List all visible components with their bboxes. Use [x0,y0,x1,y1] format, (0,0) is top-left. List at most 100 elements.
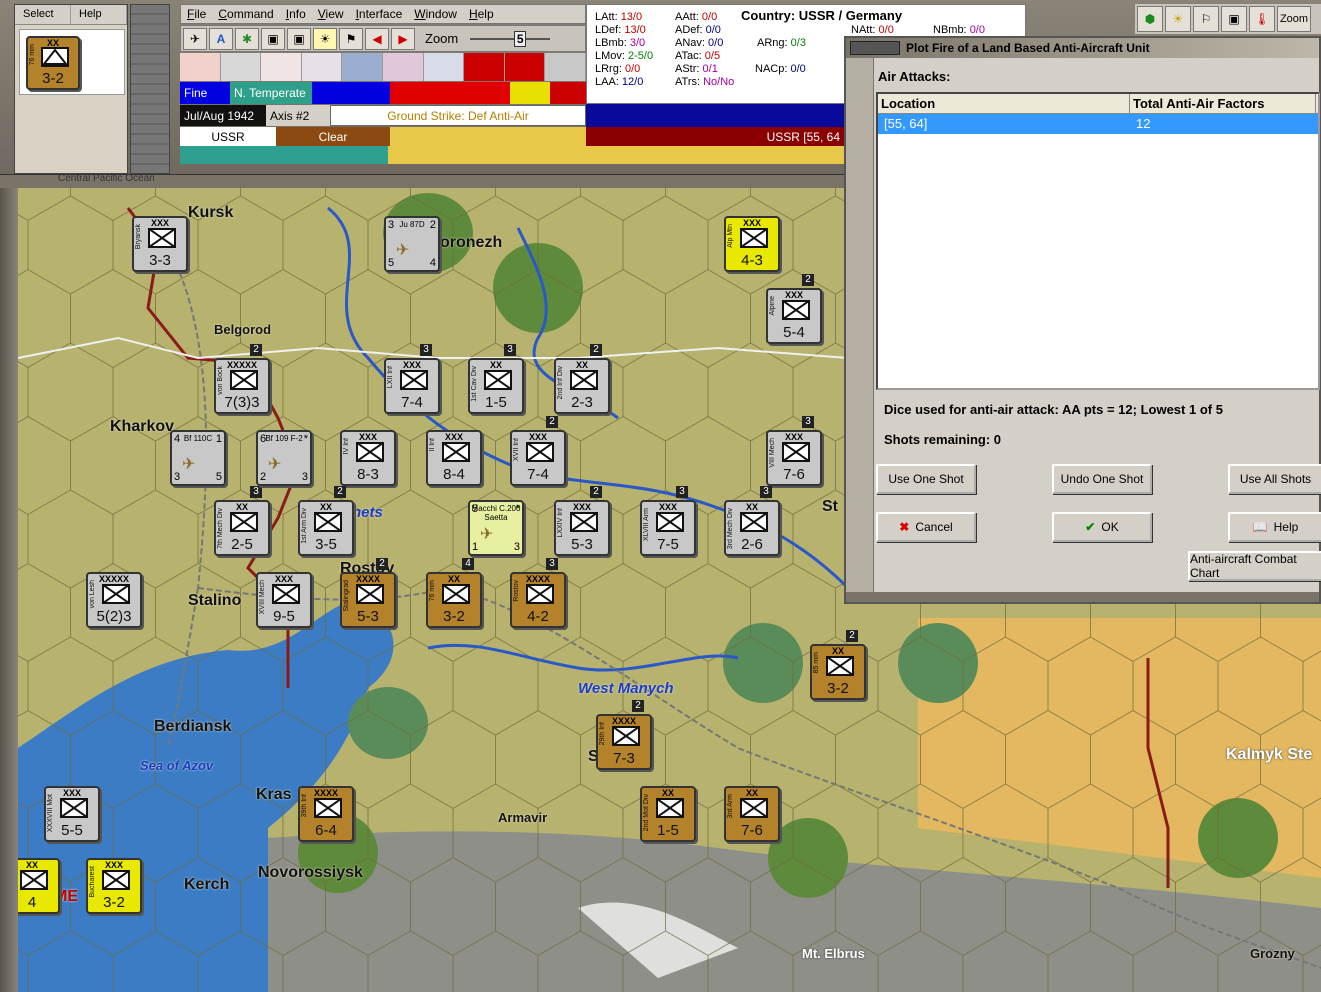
zoom-knob[interactable]: 5 [514,30,527,47]
mini-menu-help[interactable]: Help [71,5,127,24]
menu-command[interactable]: Command [212,7,279,21]
menu-window[interactable]: Window [408,7,463,21]
stack-count: 3 [546,558,558,570]
unit-counter[interactable]: XXX XVIII Mech 9-5 [256,572,312,628]
flag-icon-1[interactable] [180,53,221,81]
flag-icon-2[interactable] [220,53,262,81]
unit-counter[interactable]: XXX Alp Mtn 4-3 [724,216,780,272]
unit-value: 5(2)3 [96,608,132,625]
unit-counter[interactable]: XXX XLVIII Arm 7-5 3 [640,486,696,556]
unit-counter[interactable]: XXX Bryansk 3-3 [132,216,188,272]
selected-unit-counter[interactable]: XX 76 mm 3-2 [26,36,80,90]
dialog-title-bar[interactable]: Plot Fire of a Land Based Anti-Aircraft … [846,38,1319,58]
use-one-shot-button[interactable]: Use One Shot [876,464,976,494]
flag-icon-4[interactable] [301,53,343,81]
flag-icon-9[interactable] [504,53,546,81]
zoom-button[interactable]: Zoom [1277,6,1311,32]
aircraft-counter[interactable]: Bf 109 F-2 ✈ 6 * 2 3 [256,430,312,486]
weather-yellow [510,82,550,104]
gear-icon[interactable]: ✱ [235,27,259,50]
thermometer-icon[interactable]: 🌡 [1249,6,1275,32]
undo-one-shot-button[interactable]: Undo One Shot [1052,464,1152,494]
flag-icon-3[interactable] [261,53,302,81]
flag-icon-8[interactable] [464,53,505,81]
flag-icon-7[interactable] [423,53,465,81]
aircraft-counter[interactable]: Ju 87D ✈ 3 2 5 4 [384,216,440,272]
unit-box-icon[interactable]: ▣ [1221,6,1247,32]
letter-a-icon[interactable]: A [209,27,233,50]
stripe-teal [180,146,388,164]
use-all-shots-button[interactable]: Use All Shots [1228,464,1321,494]
map-left-scrollbar[interactable] [0,188,18,992]
unit-counter[interactable]: XXX XVII Inf 7-4 2 [510,416,566,486]
unit-counter[interactable]: XX 1st Cav Div 1-5 3 [468,344,524,414]
unit-counter[interactable]: XXX IV Inf 8-3 [340,430,396,486]
unit-counter[interactable]: XXX LXII Inf 7-4 3 [384,344,440,414]
flag-icon-6[interactable] [382,53,424,81]
unit-counter[interactable]: XXXX 39th Inf 6-4 [298,786,354,842]
aircraft-counter[interactable]: Bf 110C ✈ 4 1 3 5 [170,430,226,486]
mini-menu-select[interactable]: Select [15,5,71,24]
unit-counter[interactable]: XXXX Stalingrad 5-3 2 [340,558,396,628]
stack-count: 2 [546,416,558,428]
stat-anav: 0/0 [708,37,724,49]
unit-counter[interactable]: XXX VIII Mech 7-6 3 [766,416,822,486]
dialog-titlebar-button[interactable] [850,41,900,55]
hex-green-icon[interactable]: ⬢ [1137,6,1163,32]
flag-icon[interactable]: ⚐ [1193,6,1219,32]
unit-counter[interactable]: XXX XXXVIII Mot 5-5 [44,786,100,842]
aircraft-icon[interactable]: ✈ [183,27,207,50]
col-location[interactable]: Location [878,94,1130,113]
unit-value: 3-2 [827,680,849,697]
ok-label: OK [1101,520,1119,534]
arrow-left-icon[interactable]: ◀ [365,27,389,50]
unit-name: LXXIV Inf [557,508,564,538]
unit-counter[interactable]: XX 2nd Inf Div 2-3 2 [554,344,610,414]
unit-counter[interactable]: XXX LXXIV Inf 5-3 2 [554,486,610,556]
unit-counter[interactable]: XX 3rd Arm 7-6 [724,786,780,842]
unit-counter[interactable]: XX 3rd Mech Div 2-6 3 [724,486,780,556]
label-kharkov: Kharkov [110,418,175,435]
unit-name: 39th Inf [301,794,308,818]
unit-box-icon[interactable]: ▣ [261,27,285,50]
flag-icon[interactable]: ⚑ [339,27,363,50]
sun-icon[interactable]: ☀ [1165,6,1191,32]
menu-info[interactable]: Info [280,7,312,21]
unit-counter[interactable]: XX 76 mm 3-2 4 [426,558,482,628]
aircraft-counter[interactable]: Macchi C.200 Saetta ✈ 5 * 1 3 [468,500,524,556]
unit-counter[interactable]: XX 85 mm 3-2 2 [810,630,866,700]
zoom-slider[interactable]: 5 [470,30,551,47]
aa-combat-chart-button[interactable]: Anti-aircraft Combat Chart [1188,551,1321,581]
unit-box-2-icon[interactable]: ▣ [287,27,311,50]
unit-counter[interactable]: XX 7th Mech Div 2-5 3 [214,486,270,556]
side-scroll-strip[interactable] [130,4,170,174]
unit-counter[interactable]: XXXX Rostov 4-2 3 [510,558,566,628]
dialog-title: Plot Fire of a Land Based Anti-Aircraft … [906,41,1150,55]
unit-counter[interactable]: XXX Bucharest 3-2 [86,858,142,914]
ok-button[interactable]: ✔ OK [1052,512,1152,542]
cancel-button[interactable]: ✖ Cancel [876,512,976,542]
flag-icon-5[interactable] [342,53,383,81]
unit-counter[interactable]: XXX II Inf 8-4 [426,430,482,486]
country-label: Country: USSR / Germany [741,8,903,23]
unit-counter[interactable]: XXXXX von Lesh 5(2)3 [86,572,142,628]
col-total-aa[interactable]: Total Anti-Air Factors [1130,94,1316,113]
help-button[interactable]: 📖 Help [1228,512,1321,542]
stack-count: 3 [676,486,688,498]
menu-file[interactable]: File [181,7,212,21]
unit-counter[interactable]: XXXX 29th Inf 7-3 2 [596,700,652,770]
unit-counter[interactable]: XX 1st Arm Div 3-5 2 [298,486,354,556]
menu-interface[interactable]: Interface [350,7,409,21]
arrow-right-icon[interactable]: ▶ [391,27,415,50]
table-row[interactable]: [55, 64] 12 [878,114,1318,134]
flag-icon-10[interactable] [545,53,586,81]
menu-help[interactable]: Help [463,7,500,21]
menu-view[interactable]: View [312,7,350,21]
unit-counter[interactable]: XXXXX von Bock 7(3)3 2 [214,344,270,414]
unit-counter[interactable]: XX 2nd Mot Div 1-5 [640,786,696,842]
sun-icon[interactable]: ☀ [313,27,337,50]
unit-counter[interactable]: XX 4 [18,858,60,914]
unit-counter[interactable]: XXX Alpine 5-4 2 [766,274,822,344]
stat-latt: 13/0 [620,11,643,23]
map-top-frame: Central Pacific Ocean [0,173,844,188]
